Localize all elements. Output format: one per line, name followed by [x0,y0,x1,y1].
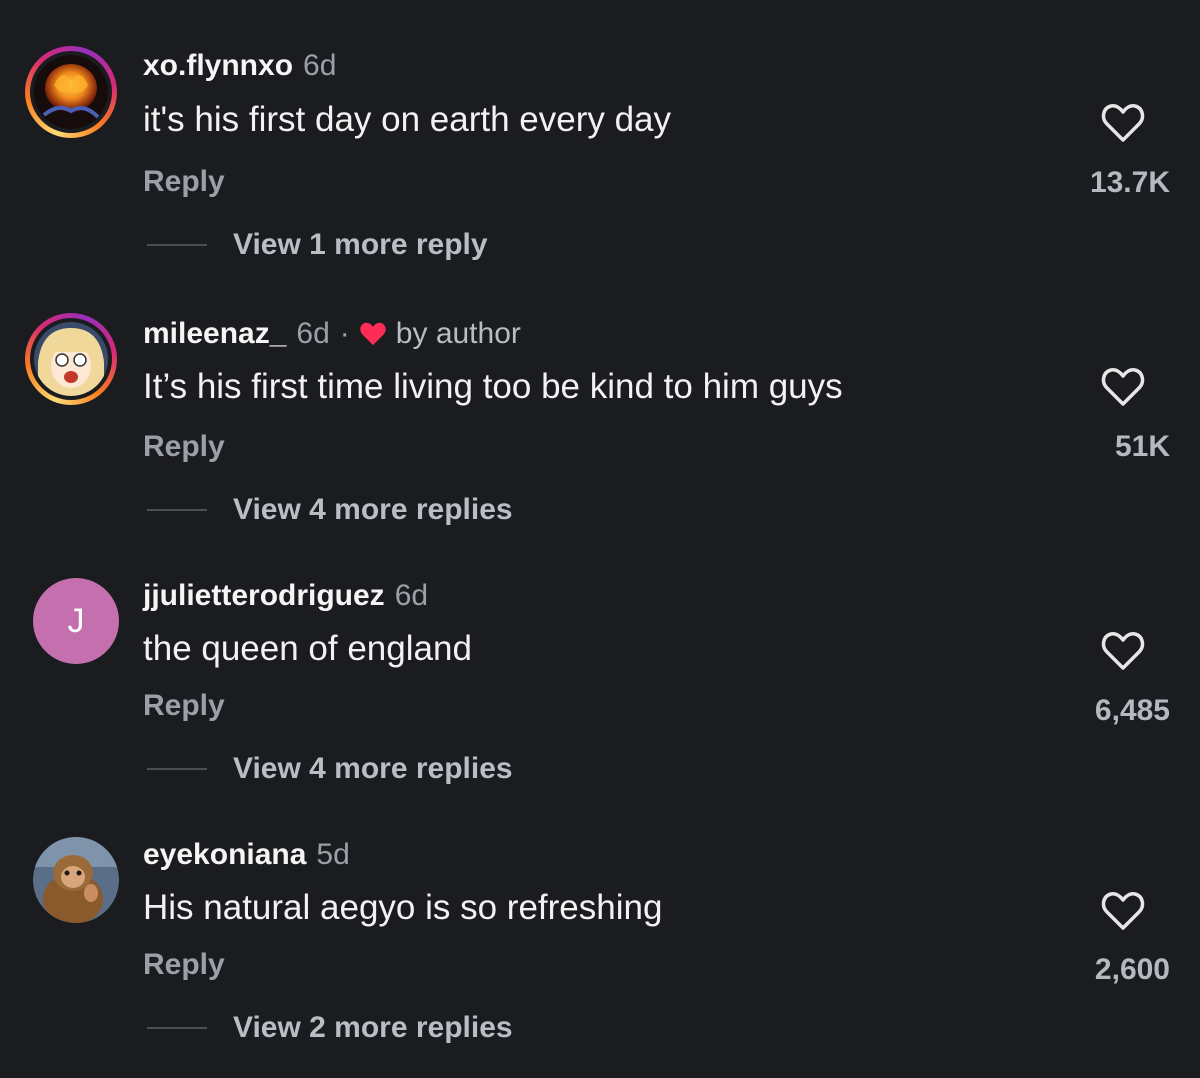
comment-text: the queen of england [143,629,472,668]
heart-icon[interactable] [1100,630,1146,672]
like-count: 2,600 [1094,953,1170,986]
view-more-label: View 4 more replies [233,493,513,526]
view-more-replies-button[interactable]: View 2 more replies [147,1011,513,1045]
comment-item: eyekoniana 5d His natural aegyo is so re… [0,0,1200,1044]
monkey-avatar-icon[interactable] [33,837,119,923]
anime-girl-avatar-icon [34,322,108,396]
separator-dot: · [339,317,350,350]
username[interactable]: jjulietterodriguez [143,579,385,613]
liked-by-author-label: by author [395,317,521,350]
like-count: 51K [1114,430,1170,463]
heart-icon[interactable] [1100,366,1146,408]
divider-line [147,509,207,511]
view-more-label: View 4 more replies [233,752,513,785]
view-more-replies-button[interactable]: View 4 more replies [147,493,513,527]
divider-line [147,768,207,770]
comment-header: eyekoniana 5d [143,835,350,875]
username[interactable]: mileenaz_ [143,317,286,351]
filled-heart-icon [360,322,386,346]
comment-header: mileenaz_ 6d · by author [143,314,521,354]
reply-button[interactable]: Reply [143,948,225,982]
timestamp: 5d [316,838,350,871]
letter-avatar[interactable]: J [33,578,119,664]
timestamp: 6d [296,317,330,350]
reply-button[interactable]: Reply [143,430,225,464]
view-more-replies-button[interactable]: View 4 more replies [147,752,513,786]
like-count: 6,485 [1094,694,1170,727]
comment-text: His natural aegyo is so refreshing [143,888,663,927]
comment-text: It’s his first time living too be kind t… [143,367,843,406]
timestamp: 6d [394,579,429,612]
view-more-label: View 2 more replies [233,1011,513,1044]
divider-line [147,1027,207,1029]
story-ring-avatar[interactable] [25,313,117,405]
reply-button[interactable]: Reply [143,689,225,723]
heart-icon[interactable] [1100,890,1146,932]
username[interactable]: eyekoniana [143,838,306,872]
comment-header: jjulietterodriguez 6d [143,576,428,616]
